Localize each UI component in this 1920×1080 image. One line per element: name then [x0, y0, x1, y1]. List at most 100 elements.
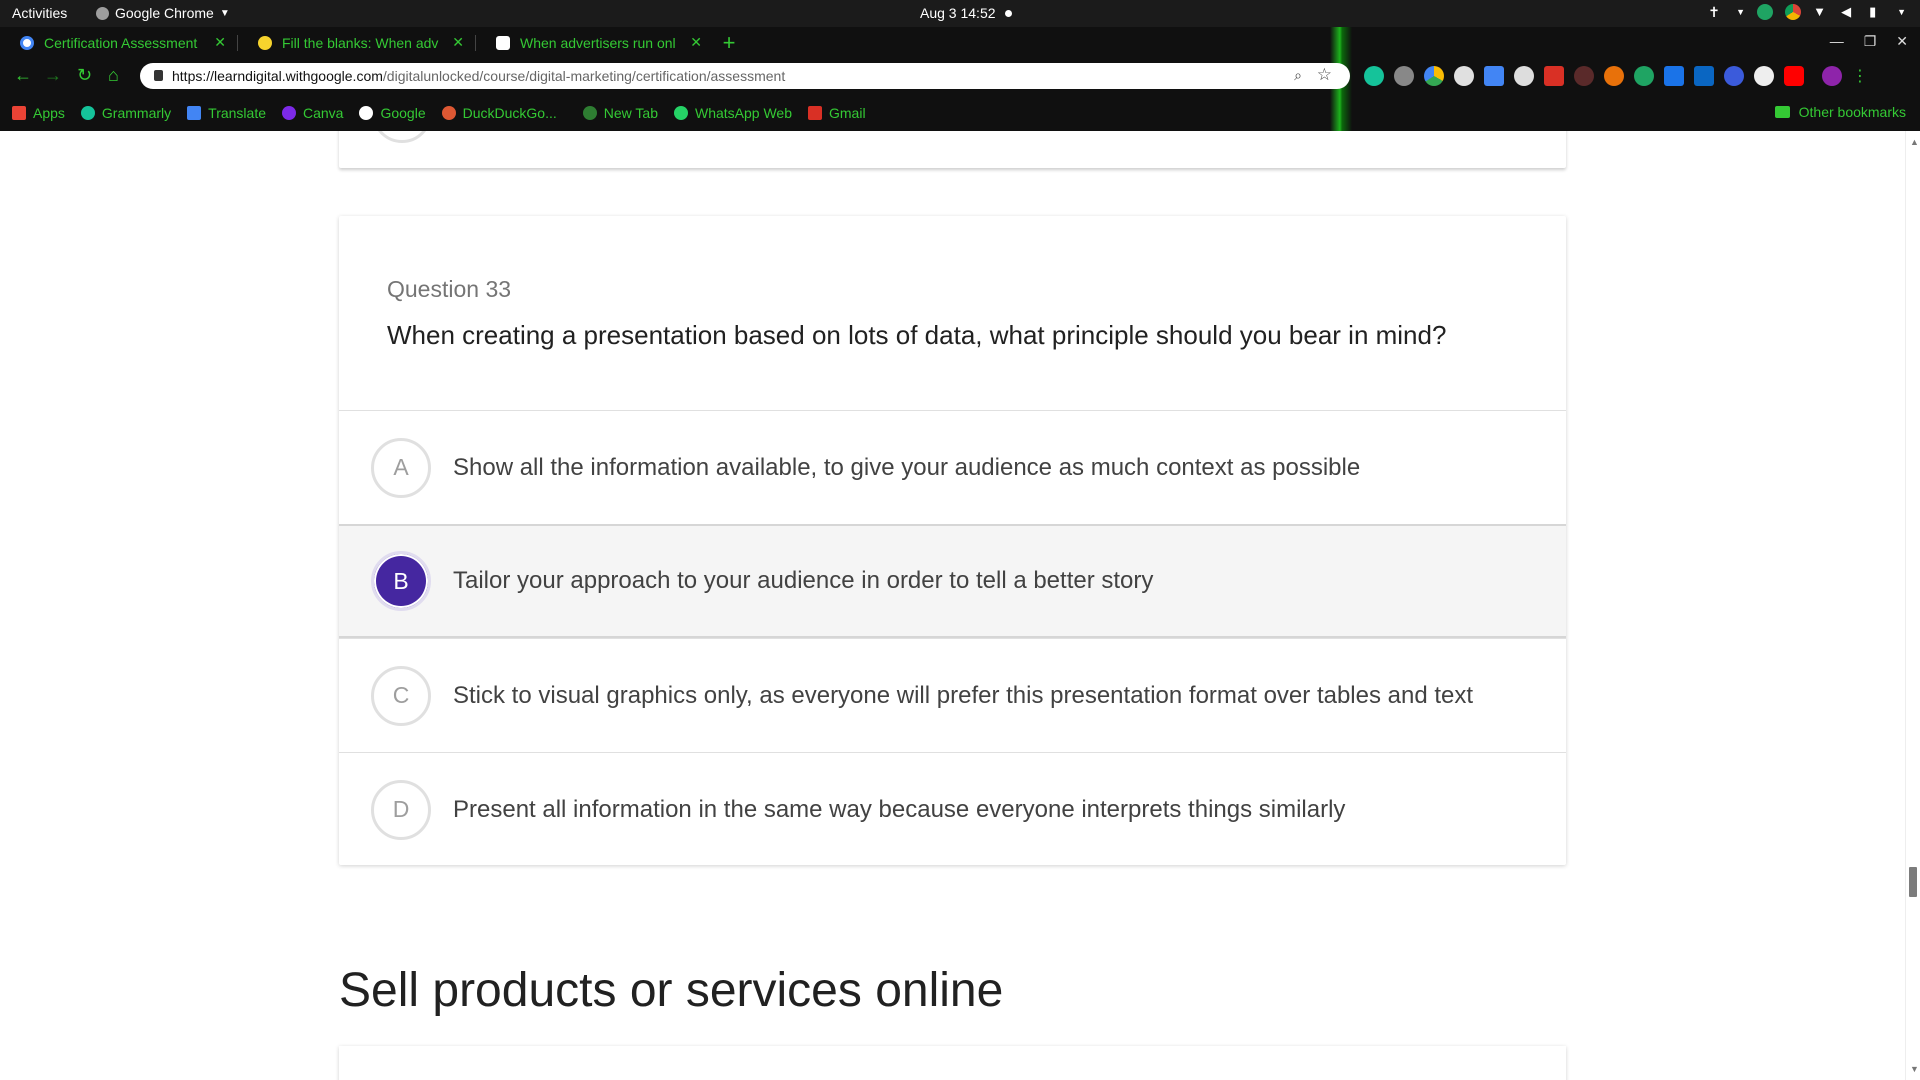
answer-option-b[interactable]: B Tailor your approach to your audience …	[339, 524, 1566, 638]
mail-extension-icon[interactable]	[1454, 66, 1474, 86]
bookmark-gmail[interactable]: Gmail	[808, 105, 866, 121]
volume-icon[interactable]: ◀	[1841, 4, 1857, 20]
translate-icon	[187, 105, 202, 120]
tab-fill-the-blanks[interactable]: Fill the blanks: When adv ✕	[238, 27, 476, 58]
previous-question-card	[339, 131, 1566, 168]
bookmark-label: Other bookmarks	[1798, 104, 1906, 120]
question-number: Question 33	[387, 276, 512, 302]
bookmark-label: Canva	[303, 104, 344, 121]
youtube-extension-icon[interactable]	[1784, 66, 1804, 86]
question-text: When creating a presentation based on lo…	[387, 320, 1447, 350]
google-favicon-icon	[20, 35, 34, 50]
scrollbar-thumb[interactable]	[1909, 867, 1917, 897]
bookmark-label: WhatsApp Web	[694, 104, 792, 121]
tab-certification-assessment[interactable]: Certification Assessment ✕	[0, 27, 238, 58]
close-icon[interactable]: ✕	[214, 34, 226, 51]
new-tab-icon	[582, 105, 597, 120]
question-header: Question 33 When creating a presentation…	[339, 216, 1566, 410]
drive-outline-icon[interactable]	[1724, 66, 1744, 86]
chrome-app-icon	[96, 6, 109, 20]
battery-icon[interactable]: ▮	[1869, 4, 1885, 20]
address-bar[interactable]: https://learndigital.withgoogle.com/digi…	[140, 63, 1350, 89]
close-window-icon[interactable]: ✕	[1896, 33, 1908, 50]
bookmark-label: DuckDuckGo...	[462, 104, 557, 121]
forward-arrow-icon[interactable]: →	[44, 66, 62, 84]
hangouts-extension-icon[interactable]	[1634, 66, 1654, 86]
gmail-icon	[808, 105, 822, 120]
scroll-up-icon[interactable]: ▲	[1910, 137, 1919, 147]
minimize-icon[interactable]: —	[1830, 33, 1844, 50]
url-path: /digitalunlocked/course/digital-marketin…	[382, 68, 786, 84]
option-circle[interactable]	[372, 131, 432, 143]
window-controls: — ❐ ✕	[1830, 33, 1908, 50]
chrome-tray-icon[interactable]	[1785, 4, 1802, 20]
profile-avatar[interactable]	[1822, 66, 1842, 86]
calendar-extension-icon[interactable]	[1484, 66, 1504, 86]
google-icon	[359, 105, 374, 120]
section-title: Sell products or services online	[339, 964, 1004, 1017]
whatsapp-icon	[673, 105, 688, 120]
menu-icon[interactable]: ⋮	[1852, 66, 1868, 86]
home-icon[interactable]: ⌂	[108, 66, 119, 84]
answer-option-d[interactable]: D Present all information in the same wa…	[339, 752, 1566, 866]
system-tray[interactable]: ✝ ▼ ▼ ◀ ▮ ▼	[1708, 4, 1906, 20]
folder-icon	[1774, 106, 1790, 118]
app-menu[interactable]: Google Chrome ▼	[96, 5, 230, 21]
new-tab-button[interactable]: +	[714, 27, 744, 58]
option-letter: B	[371, 551, 431, 611]
option-text: Present all information in the same way …	[453, 795, 1346, 823]
bookmark-duckduckgo[interactable]: DuckDuckGo...	[441, 104, 557, 121]
hangouts-tray-icon[interactable]	[1757, 4, 1774, 20]
grammarly-icon	[80, 105, 95, 120]
extension-icon[interactable]	[1604, 66, 1624, 86]
option-letter: C	[371, 665, 431, 726]
answer-option-c[interactable]: C Stick to visual graphics only, as ever…	[339, 638, 1566, 752]
extension-icon[interactable]	[1664, 66, 1684, 86]
chevron-down-icon: ▼	[1736, 7, 1746, 17]
timer-extension-icon[interactable]	[1514, 66, 1534, 86]
page-scrollbar[interactable]: ▲ ▼	[1905, 131, 1920, 1080]
close-icon[interactable]: ✕	[690, 34, 702, 51]
option-text: Show all the information available, to g…	[453, 453, 1361, 481]
reload-icon[interactable]: ↻	[77, 66, 92, 84]
wifi-icon[interactable]: ▼	[1813, 4, 1829, 20]
bookmark-label: New Tab	[603, 104, 658, 121]
scroll-down-icon[interactable]: ▼	[1910, 1064, 1919, 1074]
browser-chrome: Certification Assessment ✕ Fill the blan…	[0, 27, 1920, 131]
grammarly-extension-icon[interactable]	[1364, 66, 1384, 86]
zoom-icon[interactable]: ⌕	[1294, 67, 1302, 84]
tab-strip: Certification Assessment ✕ Fill the blan…	[0, 27, 744, 58]
bookmark-google[interactable]: Google	[359, 105, 426, 121]
accessibility-icon[interactable]: ✝	[1708, 4, 1724, 20]
bookmark-whatsapp[interactable]: WhatsApp Web	[673, 104, 792, 121]
lock-icon[interactable]	[154, 70, 163, 81]
bookmark-translate[interactable]: Translate	[187, 105, 266, 121]
linkedin-extension-icon[interactable]	[1694, 66, 1714, 86]
next-question-card	[339, 1046, 1566, 1080]
bookmark-apps[interactable]: Apps	[12, 105, 65, 121]
clock[interactable]: Aug 3 14:52	[920, 5, 996, 21]
option-text: Stick to visual graphics only, as everyo…	[453, 681, 1474, 709]
extension-icon[interactable]	[1394, 66, 1414, 86]
bookmark-canva[interactable]: Canva	[282, 105, 343, 121]
bookmark-grammarly[interactable]: Grammarly	[80, 105, 171, 121]
extension-icon[interactable]	[1754, 66, 1774, 86]
bookmarks-bar: Apps Grammarly Translate Canva Google Du…	[0, 94, 1920, 131]
other-bookmarks[interactable]: Other bookmarks	[1774, 104, 1906, 120]
system-top-bar: Activities Google Chrome ▼ Aug 3 14:52 ✝…	[0, 0, 1920, 27]
answer-option-a[interactable]: A Show all the information available, to…	[339, 410, 1566, 524]
bulb-favicon-icon	[258, 35, 272, 50]
google-drive-icon[interactable]	[1424, 66, 1444, 86]
back-arrow-icon[interactable]: ←	[14, 66, 32, 84]
extension-icon[interactable]	[1574, 66, 1594, 86]
tab-when-advertisers[interactable]: When advertisers run onl ✕	[476, 27, 714, 58]
close-icon[interactable]: ✕	[452, 34, 464, 51]
chevron-down-icon: ▼	[1897, 7, 1906, 17]
gmail-extension-icon[interactable]	[1544, 66, 1564, 86]
activities-button[interactable]: Activities	[12, 5, 67, 21]
restore-icon[interactable]: ❐	[1864, 33, 1877, 50]
bookmark-star-icon[interactable]: ☆	[1317, 65, 1332, 85]
extensions-toolbar: ⋮	[1364, 66, 1868, 86]
bookmark-label: Gmail	[829, 104, 866, 121]
bookmark-new-tab[interactable]: New Tab	[582, 104, 658, 121]
